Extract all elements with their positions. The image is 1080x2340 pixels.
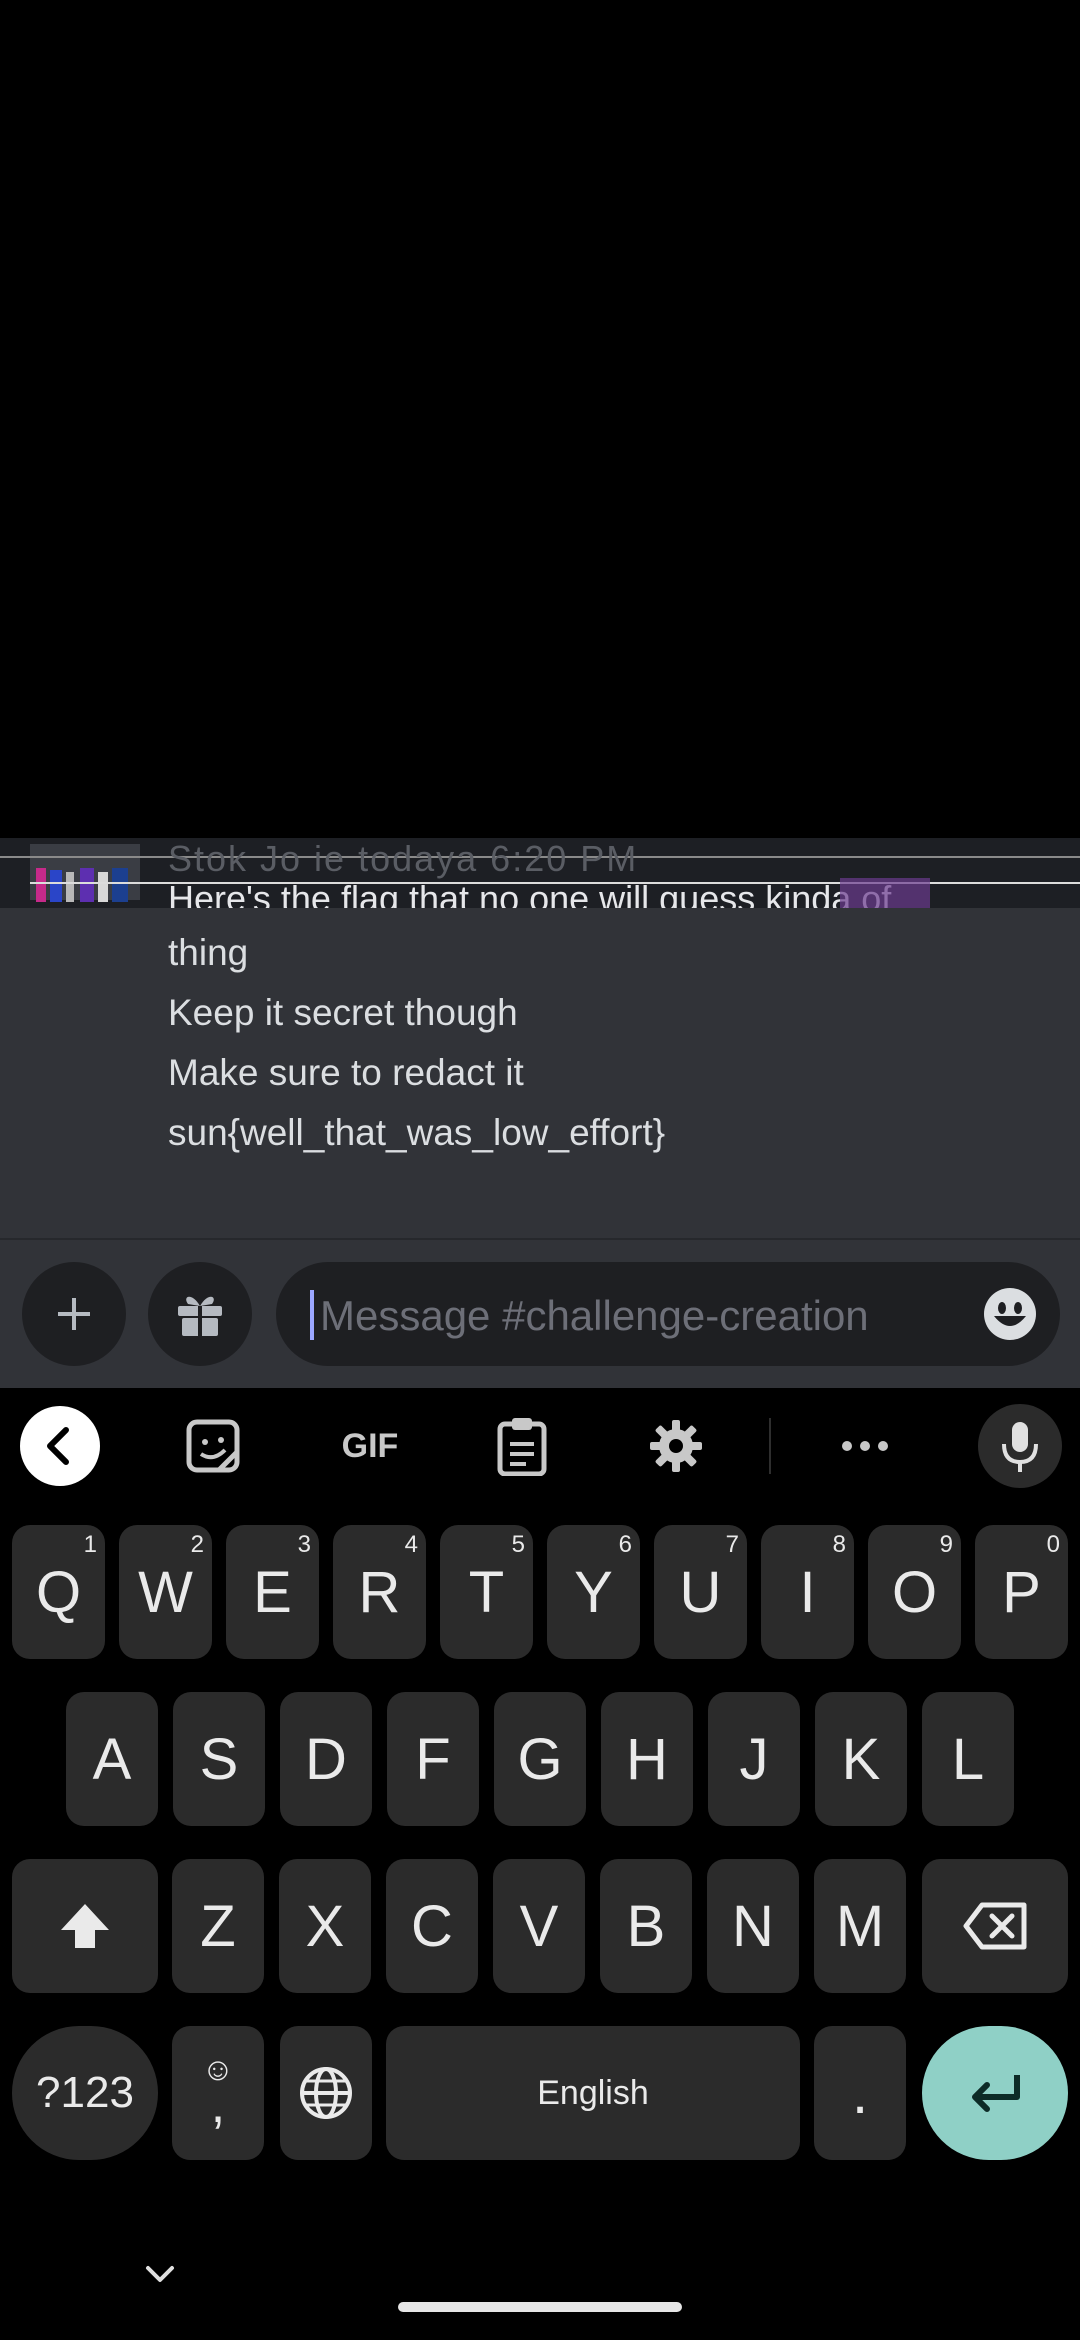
faded-header-text: Stok Jo ie todaya 6:20 PM: [168, 838, 639, 879]
comma-emoji-key[interactable]: ☺ ,: [172, 2026, 264, 2160]
glitched-message-strip: Stok Jo ie todaya 6:20 PM Here's the fla…: [0, 838, 1080, 908]
message-line-2: thing: [168, 932, 249, 973]
message-placeholder: Message #challenge-creation: [320, 1292, 869, 1339]
key-hint: 3: [297, 1531, 311, 1558]
globe-icon: [300, 2067, 352, 2119]
key-label: R: [358, 1559, 401, 1625]
key-label: P: [1002, 1559, 1041, 1625]
gear-icon: [650, 1420, 702, 1472]
add-attachment-button[interactable]: [22, 1262, 126, 1366]
key-label: T: [468, 1559, 505, 1625]
key-label: Y: [574, 1559, 613, 1625]
key-hint: 9: [939, 1531, 953, 1558]
language-key[interactable]: [280, 2026, 372, 2160]
shift-key[interactable]: [12, 1859, 158, 1993]
keyboard-settings-button[interactable]: [646, 1406, 706, 1486]
key-hint: 8: [832, 1531, 846, 1558]
key-d[interactable]: D: [280, 1692, 372, 1826]
key-l[interactable]: L: [922, 1692, 1014, 1826]
key-q[interactable]: Q1: [12, 1525, 105, 1659]
key-f[interactable]: F: [387, 1692, 479, 1826]
key-hint: 4: [404, 1531, 418, 1558]
key-t[interactable]: T5: [440, 1525, 533, 1659]
key-e[interactable]: E3: [226, 1525, 319, 1659]
key-label: U: [679, 1559, 722, 1625]
message-input[interactable]: Message #challenge-creation: [276, 1262, 1060, 1366]
gesture-bar[interactable]: [398, 2302, 682, 2312]
more-icon: [842, 1441, 888, 1451]
key-n[interactable]: N: [707, 1859, 799, 1993]
message-line-4: Make sure to redact it: [168, 1052, 524, 1093]
space-key[interactable]: English: [386, 2026, 800, 2160]
microphone-icon: [978, 1404, 1062, 1488]
text-caret: [310, 1290, 314, 1340]
key-i[interactable]: I8: [761, 1525, 854, 1659]
backspace-icon: [963, 1902, 1027, 1950]
voice-input-button[interactable]: [978, 1404, 1062, 1488]
key-label: W: [138, 1559, 193, 1625]
toolbar-separator: [769, 1418, 771, 1474]
key-hint: 2: [190, 1531, 204, 1558]
chevron-left-icon: [20, 1406, 100, 1486]
comma-label: ,: [210, 2076, 226, 2134]
chevron-down-icon: [146, 2266, 174, 2282]
plus-icon: [58, 1298, 90, 1330]
emoji-icon[interactable]: [982, 1286, 1038, 1342]
key-s[interactable]: S: [173, 1692, 265, 1826]
key-hint: 1: [83, 1531, 97, 1558]
key-label: Q: [35, 1559, 82, 1625]
key-z[interactable]: Z: [172, 1859, 264, 1993]
key-j[interactable]: J: [708, 1692, 800, 1826]
key-g[interactable]: G: [494, 1692, 586, 1826]
key-h[interactable]: H: [601, 1692, 693, 1826]
key-x[interactable]: X: [279, 1859, 371, 1993]
key-y[interactable]: Y6: [547, 1525, 640, 1659]
hide-keyboard-button[interactable]: [140, 2260, 180, 2290]
key-u[interactable]: U7: [654, 1525, 747, 1659]
clipboard-button[interactable]: [494, 1406, 550, 1486]
key-w[interactable]: W2: [119, 1525, 212, 1659]
key-m[interactable]: M: [814, 1859, 906, 1993]
key-label: I: [799, 1559, 816, 1625]
message-line-5: sun{well_that_was_low_effort}: [168, 1112, 666, 1153]
key-o[interactable]: O9: [868, 1525, 961, 1659]
message-line-3: Keep it secret though: [168, 992, 518, 1033]
key-v[interactable]: V: [493, 1859, 585, 1993]
enter-key[interactable]: [922, 2026, 1068, 2160]
key-hint: 6: [618, 1531, 632, 1558]
message-composer: Message #challenge-creation: [0, 1240, 1080, 1388]
sticker-button[interactable]: [180, 1406, 246, 1486]
key-label: E: [253, 1559, 292, 1625]
enter-icon: [972, 2075, 1020, 2112]
key-c[interactable]: C: [386, 1859, 478, 1993]
period-key[interactable]: .: [814, 2026, 906, 2160]
shift-icon: [61, 1904, 109, 1948]
gift-button[interactable]: [148, 1262, 252, 1366]
key-hint: 7: [725, 1531, 739, 1558]
gif-button[interactable]: GIF: [330, 1406, 410, 1486]
symbols-key[interactable]: ?123: [12, 2026, 158, 2160]
backspace-key[interactable]: [922, 1859, 1068, 1993]
key-hint: 0: [1046, 1531, 1060, 1558]
key-label: O: [891, 1559, 938, 1625]
empty-black-area: [0, 0, 1080, 838]
key-a[interactable]: A: [66, 1692, 158, 1826]
key-p[interactable]: P0: [975, 1525, 1068, 1659]
message-line-1: Here's the flag that no one will guess k…: [168, 878, 892, 908]
gift-icon: [178, 1296, 222, 1336]
key-hint: 5: [511, 1531, 525, 1558]
sticker-icon: [186, 1419, 240, 1473]
keyboard-back-button[interactable]: [20, 1406, 100, 1486]
more-options-button[interactable]: [838, 1406, 892, 1486]
chat-message-area: thing Keep it secret though Make sure to…: [0, 908, 1080, 1238]
key-r[interactable]: R4: [333, 1525, 426, 1659]
key-b[interactable]: B: [600, 1859, 692, 1993]
clipboard-icon: [497, 1418, 547, 1476]
key-k[interactable]: K: [815, 1692, 907, 1826]
